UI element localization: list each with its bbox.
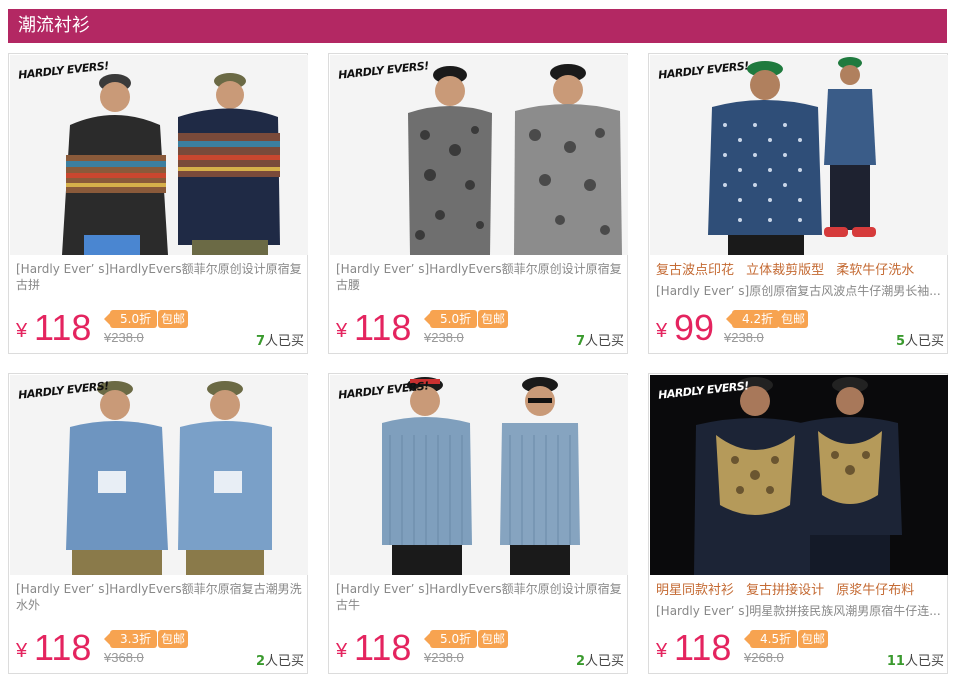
- sold-count: 7人已买: [256, 330, 304, 349]
- section-title: 潮流衬衫: [18, 15, 90, 36]
- original-price: ¥238.0: [424, 650, 464, 665]
- product-title[interactable]: [Hardly Ever’ s]明星款拼接民族风潮男原宿牛仔连...: [656, 603, 942, 619]
- discount-badge: 5.0折: [103, 310, 158, 328]
- product-title[interactable]: [Hardly Ever’ s]HardlyEvers额菲尔原创设计原宿复古腰: [336, 261, 622, 293]
- price-row: ¥ 118 4.5折 包邮 ¥268.0 11人已买: [656, 627, 944, 670]
- product-image[interactable]: HARDLY EVERS!: [10, 55, 308, 255]
- product-card[interactable]: HARDLY EVERS! [Hardly Ever’ s]HardlyEver…: [328, 53, 628, 354]
- product-image[interactable]: HARDLY EVERS!: [10, 375, 308, 575]
- product-tagline: 复古波点印花 立体裁剪版型 柔软牛仔洗水: [656, 263, 915, 278]
- original-price: ¥238.0: [104, 330, 144, 345]
- product-image[interactable]: HARDLY EVERS!: [330, 55, 628, 255]
- sold-number: 11: [886, 654, 905, 669]
- sold-suffix: 人已买: [584, 334, 624, 349]
- discount-badge: 5.0折: [423, 630, 478, 648]
- product-card[interactable]: HARDLY EVERS! [Hardly Ever’ s]HardlyEver…: [8, 373, 308, 674]
- price-row: ¥ 118 5.0折 包邮 ¥238.0 7人已买: [16, 307, 304, 350]
- product-image[interactable]: HARDLY EVERS!: [650, 55, 948, 255]
- product-image[interactable]: HARDLY EVERS!: [330, 375, 628, 575]
- discount-badge: 5.0折: [423, 310, 478, 328]
- sold-count: 11人已买: [887, 650, 944, 669]
- discount-badge: 4.2折: [725, 310, 780, 328]
- currency-symbol: ¥: [16, 320, 28, 342]
- free-shipping-badge: 包邮: [778, 310, 809, 328]
- free-shipping-badge: 包邮: [478, 630, 509, 648]
- section-header: 潮流衬衫: [8, 9, 947, 43]
- product-price: 118: [354, 307, 412, 348]
- sold-number: 5: [895, 334, 905, 349]
- product-card[interactable]: HARDLY EVERS! [Hardly Ever’ s]HardlyEver…: [328, 373, 628, 674]
- sold-number: 7: [255, 334, 265, 349]
- sold-suffix: 人已买: [584, 654, 624, 669]
- product-price: 118: [354, 627, 412, 668]
- discount-badge: 3.3折: [103, 630, 158, 648]
- product-title[interactable]: [Hardly Ever’ s]原创原宿复古风波点牛仔潮男长袖...: [656, 283, 942, 299]
- product-title[interactable]: [Hardly Ever’ s]HardlyEvers额菲尔原创设计原宿复古牛: [336, 581, 622, 613]
- price-row: ¥ 118 5.0折 包邮 ¥238.0 7人已买: [336, 307, 624, 350]
- currency-symbol: ¥: [336, 640, 348, 662]
- sold-suffix: 人已买: [264, 654, 304, 669]
- original-price: ¥238.0: [724, 330, 764, 345]
- sold-suffix: 人已买: [904, 334, 944, 349]
- product-image[interactable]: HARDLY EVERS!: [650, 375, 948, 575]
- price-row: ¥ 118 5.0折 包邮 ¥238.0 2人已买: [336, 627, 624, 670]
- original-price: ¥368.0: [104, 650, 144, 665]
- sold-count: 2人已买: [576, 650, 624, 669]
- sold-count: 7人已买: [576, 330, 624, 349]
- original-price: ¥238.0: [424, 330, 464, 345]
- product-card[interactable]: HARDLY EVERS! [Hardly Ever’ s]HardlyEver…: [8, 53, 308, 354]
- sold-count: 2人已买: [256, 650, 304, 669]
- free-shipping-badge: 包邮: [158, 310, 189, 328]
- product-title[interactable]: [Hardly Ever’ s]HardlyEvers额菲尔原宿复古潮男洗水外: [16, 581, 302, 613]
- product-price: 118: [34, 307, 92, 348]
- product-tagline: 明星同款衬衫 复古拼接设计 原浆牛仔布料: [656, 583, 915, 598]
- sold-number: 2: [255, 654, 265, 669]
- sold-suffix: 人已买: [904, 654, 944, 669]
- product-title[interactable]: [Hardly Ever’ s]HardlyEvers额菲尔原创设计原宿复古拼: [16, 261, 302, 293]
- free-shipping-badge: 包邮: [478, 310, 509, 328]
- price-row: ¥ 118 3.3折 包邮 ¥368.0 2人已买: [16, 627, 304, 670]
- product-price: 99: [674, 307, 715, 348]
- price-row: ¥ 99 4.2折 包邮 ¥238.0 5人已买: [656, 307, 944, 350]
- currency-symbol: ¥: [336, 320, 348, 342]
- sold-number: 7: [575, 334, 585, 349]
- free-shipping-badge: 包邮: [158, 630, 189, 648]
- discount-badge: 4.5折: [743, 630, 798, 648]
- product-price: 118: [34, 627, 92, 668]
- sold-count: 5人已买: [896, 330, 944, 349]
- product-price: 118: [674, 627, 732, 668]
- currency-symbol: ¥: [656, 640, 668, 662]
- sold-number: 2: [575, 654, 585, 669]
- product-card[interactable]: HARDLY EVERS! 复古波点印花 立体裁剪版型 柔软牛仔洗水 [Hard…: [648, 53, 948, 354]
- currency-symbol: ¥: [656, 320, 668, 342]
- product-card[interactable]: HARDLY EVERS! 明星同款衬衫 复古拼接设计 原浆牛仔布料 [Hard…: [648, 373, 948, 674]
- sold-suffix: 人已买: [264, 334, 304, 349]
- free-shipping-badge: 包邮: [798, 630, 829, 648]
- original-price: ¥268.0: [744, 650, 784, 665]
- currency-symbol: ¥: [16, 640, 28, 662]
